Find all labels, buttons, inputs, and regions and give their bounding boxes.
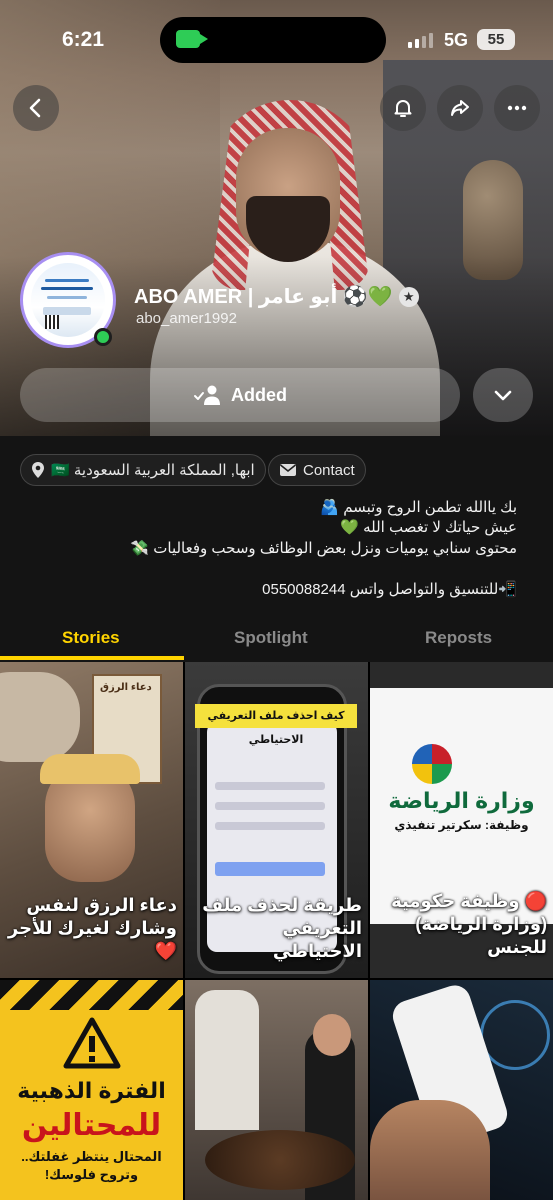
avatar-text-line	[45, 279, 89, 282]
avatar-text-line	[47, 296, 87, 299]
avatar-qr-code	[45, 315, 59, 329]
network-type: 5G	[444, 30, 469, 50]
bell-icon	[394, 100, 412, 117]
story-tile[interactable]: وزارة الرياضة وظيفة: سكرتير تنفيذي 🔴 وظي…	[370, 662, 553, 978]
story-overlay-text: للمحتالين	[21, 1109, 162, 1142]
story-caption: دعاء الرزق لنفس وشارك لغيرك للأجر ❤️	[7, 895, 177, 962]
location-pin-icon	[32, 462, 44, 478]
chevron-down-icon	[494, 390, 512, 401]
signal-icon	[408, 32, 433, 48]
bio-line: عيش حياتك لا تغصب الله 💚	[340, 519, 517, 536]
avatar-text-line	[41, 287, 93, 290]
story-overlay-text: دعاء الرزق	[100, 682, 152, 693]
story-screen-row	[215, 822, 325, 830]
profile-display-name: ABO AMER | أبو عامر ⚽️💚	[134, 286, 393, 308]
story-overlay-text: المحتال ينتظر غفلتك.. وتروح فلوسك!	[21, 1149, 162, 1183]
bio-line: 📲للتنسيق والتواصل واتس 0550088244	[262, 581, 517, 598]
contact-chip[interactable]: Contact	[268, 454, 366, 486]
story-screen-banner	[215, 862, 325, 876]
profile-name-row: ABO AMER | أبو عامر ⚽️💚 ★	[134, 284, 419, 309]
story-tile[interactable]: كيف احذف ملف التعريفي الاحتياطي طريقة لح…	[185, 662, 368, 978]
story-child-face	[313, 1014, 351, 1056]
story-tile[interactable]	[370, 980, 553, 1200]
story-overlay-text: كيف احذف ملف التعريفي الاحتياطي	[195, 704, 357, 746]
story-person-hat	[40, 754, 140, 784]
story-cooking-pan	[205, 1130, 355, 1190]
story-person	[195, 990, 259, 1130]
story-tile[interactable]: دعاء الرزق دعاء الرزق لنفس وشارك لغيرك ل…	[0, 662, 183, 978]
chevron-left-icon	[29, 98, 41, 118]
story-ministry-logo	[412, 744, 452, 784]
camera-in-use-icon	[176, 30, 208, 48]
share-button[interactable]	[437, 85, 483, 131]
story-person-cap	[0, 672, 80, 762]
avatar-text-line	[43, 307, 91, 315]
notification-button[interactable]	[380, 85, 426, 131]
story-tile[interactable]: الفترة الذهبية للمحتالين المحتال ينتظر غ…	[0, 980, 183, 1200]
back-button[interactable]	[13, 85, 59, 131]
more-options-button[interactable]	[494, 85, 540, 131]
status-bar: 6:21 5G 55	[0, 0, 553, 82]
location-chip[interactable]: ابها, المملكة العربية السعودية 🇸🇦	[20, 454, 266, 486]
bio-line: محتوى سنابي يوميات ونزل بعض الوظائف وسحب…	[130, 540, 517, 557]
story-screen-row	[215, 782, 325, 790]
warning-icon	[63, 1017, 121, 1069]
online-status-dot	[94, 328, 112, 346]
profile-username: abo_amer1992	[136, 310, 237, 327]
mail-icon	[280, 464, 296, 476]
friend-added-icon	[194, 385, 220, 405]
tab-spotlight[interactable]: Spotlight	[234, 628, 308, 648]
more-dots-icon	[507, 105, 527, 111]
bio-line: بك ياالله تطمن الروح وتبسم 🫂	[320, 499, 517, 516]
story-overlay-text: الفترة الذهبية	[17, 1078, 166, 1103]
status-time: 6:21	[62, 28, 105, 51]
avatar-image	[31, 263, 105, 337]
story-overlay-title: وزارة الرياضة	[388, 788, 535, 813]
story-screen-row	[215, 802, 325, 810]
added-friend-button[interactable]: Added	[20, 368, 460, 422]
friend-options-dropdown[interactable]	[473, 368, 533, 422]
story-warning-stripes	[0, 980, 183, 1010]
battery-icon: 55	[477, 29, 515, 50]
story-hand	[370, 1100, 490, 1200]
tab-reposts[interactable]: Reposts	[425, 628, 492, 648]
star-badge-icon: ★	[398, 286, 419, 307]
contact-label: Contact	[303, 461, 355, 479]
added-label: Added	[231, 384, 287, 405]
tab-stories[interactable]: Stories	[62, 628, 120, 648]
story-tile[interactable]	[185, 980, 368, 1200]
story-caption: 🔴 وظيفة حكومية (وزارة الرياضة) للجنس	[391, 891, 547, 958]
location-text: ابها, المملكة العربية السعودية 🇸🇦	[51, 462, 255, 479]
story-overlay-sub: وظيفة: سكرتير تنفيذي	[394, 818, 529, 832]
story-caption: طريقة لحذف ملف التعريفي الاحتياطي	[202, 895, 362, 962]
share-arrow-icon	[451, 100, 469, 116]
active-tab-indicator	[0, 656, 184, 660]
